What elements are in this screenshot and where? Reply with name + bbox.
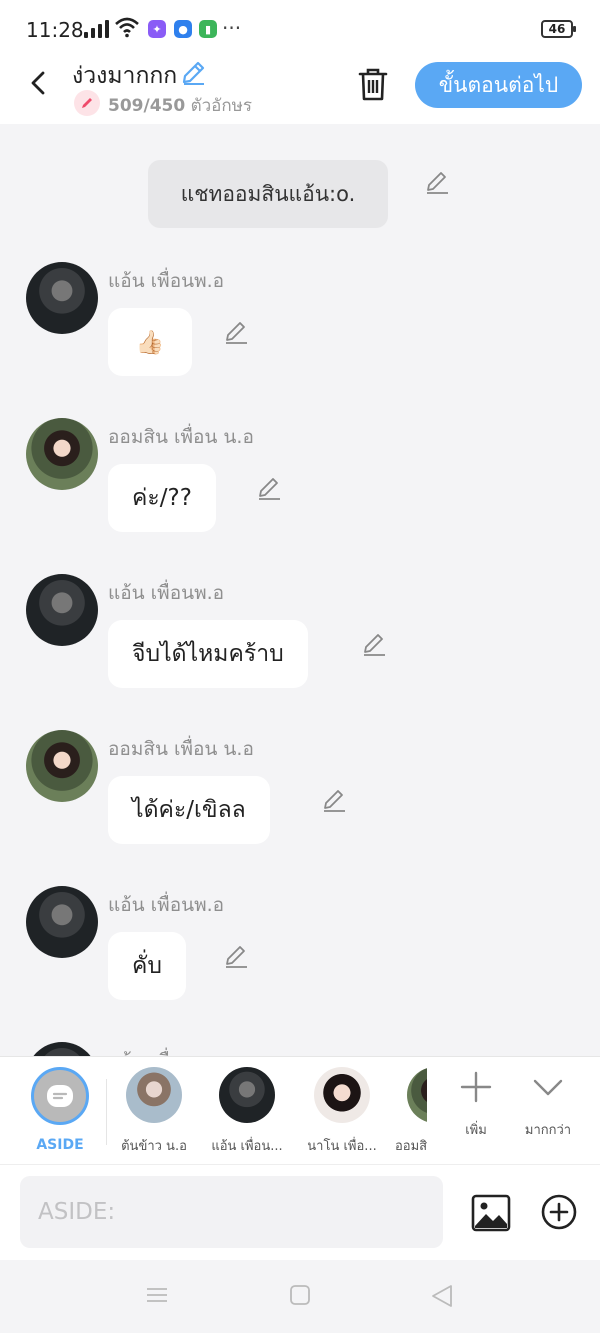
message-bubble[interactable]: ค่ะ/??: [108, 464, 216, 532]
status-time: 11:28: [26, 18, 84, 42]
character-avatar: [126, 1067, 182, 1123]
pencil-badge-icon: [74, 90, 100, 116]
message-bubble[interactable]: ได้ค่ะ/เขิลล: [108, 776, 270, 844]
edit-message-icon[interactable]: [362, 632, 388, 658]
image-icon: [471, 1194, 511, 1232]
sender-name: แอ้น เพื่อนพ.อ: [108, 582, 225, 604]
more-characters-button[interactable]: มากกว่า: [513, 1069, 583, 1140]
character-label: ต้นข้าว น.อ: [121, 1139, 187, 1154]
character-avatar: [219, 1067, 275, 1123]
character-label: แอ้น เพื่อน...: [211, 1139, 283, 1154]
signal-icon: [84, 20, 109, 38]
next-step-button[interactable]: ขั้นตอนต่อไป: [415, 62, 582, 108]
character-avatar: [314, 1067, 370, 1123]
character-bar: ASIDE ต้นข้าว น.อ แอ้น เพื่อน... นาโน เพ…: [0, 1056, 600, 1164]
edit-aside-icon[interactable]: [425, 170, 451, 196]
aside-label: ASIDE: [36, 1137, 84, 1153]
avatar[interactable]: [26, 418, 98, 490]
message-input[interactable]: [20, 1176, 443, 1248]
edit-message-icon[interactable]: [224, 320, 250, 346]
menu-nav-button[interactable]: [146, 1284, 168, 1310]
divider: [106, 1079, 107, 1145]
messenger-icon: ✦: [148, 20, 166, 38]
sender-name: ออมสิน เพื่อน น.อ: [108, 738, 254, 760]
avatar[interactable]: [26, 574, 98, 646]
image-button[interactable]: [471, 1194, 511, 1236]
more-label: มากกว่า: [524, 1123, 572, 1138]
character-avatar: [407, 1067, 427, 1123]
aside-avatar: [31, 1067, 89, 1125]
chat-area[interactable]: แชทออมสินแอ้น:o. แอ้น เพื่อนพ.อ 👍🏻 ออมสิ…: [0, 124, 600, 1056]
char-counter: 509/450 ตัวอักษร: [108, 96, 253, 116]
page-title: ง่วงมากกก: [72, 63, 178, 89]
add-label: เพิ่ม: [465, 1123, 487, 1138]
plus-circle-icon: [541, 1194, 577, 1230]
store-icon: ▮: [199, 20, 217, 38]
character-label: นาโน เพื่อ...: [307, 1139, 377, 1154]
chevron-down-icon: [533, 1079, 563, 1096]
sender-name: แอ้น เพื่อนพ.อ: [108, 894, 225, 916]
plus-icon: [460, 1071, 492, 1103]
status-bar: 11:28 ✦ ● ▮ ··· 46: [0, 0, 600, 58]
aside-message[interactable]: แชทออมสินแอ้น:o.: [148, 160, 388, 228]
sender-name: แอ้น เพื่อนพ.อ: [108, 270, 225, 292]
avatar[interactable]: [26, 1042, 98, 1056]
edit-message-icon[interactable]: [257, 476, 283, 502]
triangle-back-icon: [432, 1285, 452, 1307]
message-bubble[interactable]: 👍🏻: [108, 308, 192, 376]
menu-icon: [147, 1288, 167, 1302]
character-label: ออมสิ: [395, 1139, 427, 1154]
character-item[interactable]: แอ้น เพื่อน...: [202, 1067, 292, 1156]
edit-message-icon[interactable]: [224, 944, 250, 970]
sender-name: ออมสิน เพื่อน น.อ: [108, 426, 254, 448]
character-item[interactable]: ต้นข้าว น.อ: [109, 1067, 199, 1156]
sender-name: แอ้น เพื่อนพ.อ: [108, 1046, 224, 1056]
app-icon: ●: [174, 20, 192, 38]
character-item[interactable]: นาโน เพื่อ...: [297, 1067, 387, 1156]
home-nav-button[interactable]: [289, 1284, 311, 1310]
message-bubble[interactable]: จีบได้ไหมคร้าบ: [108, 620, 308, 688]
input-bar: [0, 1164, 600, 1260]
message-bubble[interactable]: คั่บ: [108, 932, 186, 1000]
back-button[interactable]: [24, 68, 54, 98]
edit-title-icon[interactable]: [180, 58, 208, 90]
avatar[interactable]: [26, 730, 98, 802]
back-nav-button[interactable]: [430, 1284, 454, 1312]
add-character-button[interactable]: เพิ่ม: [441, 1069, 511, 1140]
header: ง่วงมากกก 509/450 ตัวอักษร ขั้นตอนต่อไป: [0, 58, 600, 124]
add-button[interactable]: [541, 1194, 577, 1234]
delete-button[interactable]: [356, 66, 390, 106]
avatar[interactable]: [26, 262, 98, 334]
edit-message-icon[interactable]: [322, 788, 348, 814]
aside-character[interactable]: ASIDE: [15, 1067, 105, 1153]
wifi-icon: [114, 16, 140, 42]
battery-icon: 46: [541, 20, 576, 38]
character-item[interactable]: ออมสิ: [389, 1067, 427, 1156]
more-notifications-icon: ···: [222, 16, 242, 40]
square-icon: [290, 1285, 310, 1305]
avatar[interactable]: [26, 886, 98, 958]
system-nav-bar: [0, 1260, 600, 1333]
